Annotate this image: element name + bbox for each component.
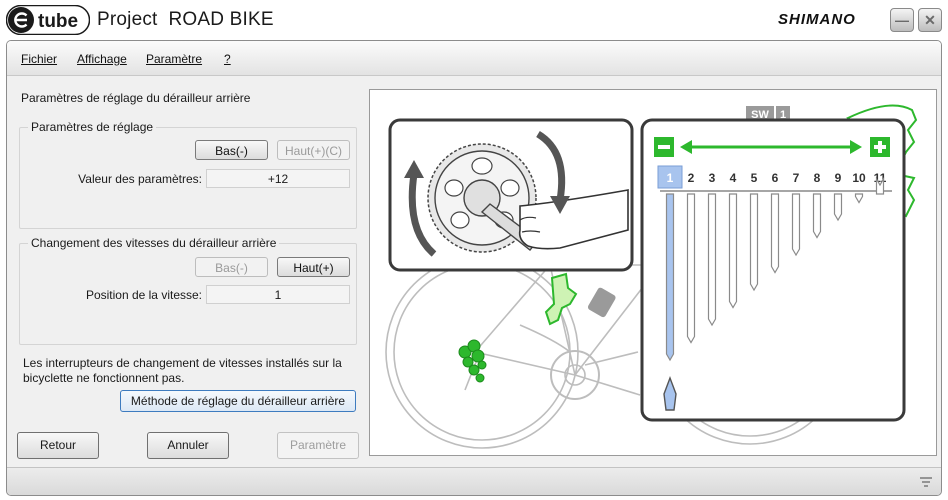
sprocket-2: [686, 193, 696, 344]
cancel-button[interactable]: Annuler: [147, 432, 229, 459]
shift-up-button[interactable]: Haut(+): [277, 257, 350, 277]
logo-text: tube: [38, 11, 78, 32]
switch-warning-text: Les interrupteurs de changement de vites…: [23, 356, 342, 385]
adjust-group-title: Paramètres de réglage: [28, 120, 157, 134]
page-title: Paramètres de réglage du dérailleur arri…: [21, 91, 251, 105]
status-bar: [7, 467, 941, 495]
shift-group: Changement des vitesses du dérailleur ar…: [19, 236, 357, 345]
menu-parametre[interactable]: Paramètre: [146, 52, 202, 66]
param-value-label: Valeur des paramètres:: [78, 172, 202, 186]
app-title: Project ROAD BIKE: [97, 9, 274, 30]
adjust-up-button[interactable]: Haut(+)(C): [277, 140, 350, 160]
shimano-brand: SHIMANO: [778, 11, 856, 28]
back-button[interactable]: Retour: [17, 432, 99, 459]
resize-grip-icon[interactable]: [919, 476, 933, 488]
shift-group-title: Changement des vitesses du dérailleur ar…: [28, 236, 280, 250]
gear-label-7: 7: [793, 171, 800, 185]
param-value-field: +12: [206, 169, 350, 188]
gear-label-9: 9: [835, 171, 842, 185]
bike-diagram: SW 1 1 2 3 4 5 6 7 8 9 10 11: [385, 104, 918, 449]
sprocket-8: [812, 193, 822, 239]
gear-label-6: 6: [772, 171, 779, 185]
etube-logo: tube: [6, 5, 90, 35]
shift-down-button[interactable]: Bas(-): [195, 257, 268, 277]
sprocket-9: [833, 193, 843, 222]
sprocket-3: [707, 193, 717, 327]
gear-label-10: 10: [852, 171, 866, 185]
gear-label-3: 3: [709, 171, 716, 185]
gear-label-1: 1: [667, 171, 674, 185]
main-window: Fichier Affichage Paramètre ? Paramètres…: [6, 40, 942, 496]
menu-affichage[interactable]: Affichage: [77, 52, 127, 66]
adjust-down-button[interactable]: Bas(-): [195, 140, 268, 160]
minimize-icon[interactable]: —: [890, 8, 914, 32]
gear-label-5: 5: [751, 171, 758, 185]
sprocket-4: [728, 193, 738, 309]
title-bar: tube Project ROAD BIKE SHIMANO — ✕: [0, 0, 948, 40]
gear-label-2: 2: [688, 171, 695, 185]
adjust-settings-group: Paramètres de réglage Bas(-) Haut(+)(C) …: [19, 120, 357, 229]
battery-icon: [587, 287, 616, 318]
close-icon[interactable]: ✕: [918, 8, 942, 32]
parameter-button[interactable]: Paramètre: [277, 432, 359, 459]
sprocket-5: [749, 193, 759, 292]
sprocket-1: [665, 193, 675, 362]
content-area: Paramètres de réglage du dérailleur arri…: [7, 76, 941, 466]
sprocket-6: [770, 193, 780, 274]
derailleur-illustration: SW 1 1 2 3 4 5 6 7 8 9 10 11: [369, 89, 937, 456]
menu-bar: Fichier Affichage Paramètre ?: [7, 41, 941, 76]
menu-fichier[interactable]: Fichier: [21, 52, 57, 66]
gear-position-field: 1: [206, 285, 350, 304]
adjust-method-button[interactable]: Méthode de réglage du dérailleur arrière: [120, 390, 356, 412]
menu-help[interactable]: ?: [224, 52, 231, 66]
gear-position-label: Position de la vitesse:: [85, 288, 202, 302]
rear-derailleur-icon: [458, 339, 487, 383]
gear-label-4: 4: [730, 171, 737, 185]
sprocket-7: [791, 193, 801, 257]
gear-label-11: 11: [874, 171, 887, 185]
gear-label-8: 8: [814, 171, 821, 185]
